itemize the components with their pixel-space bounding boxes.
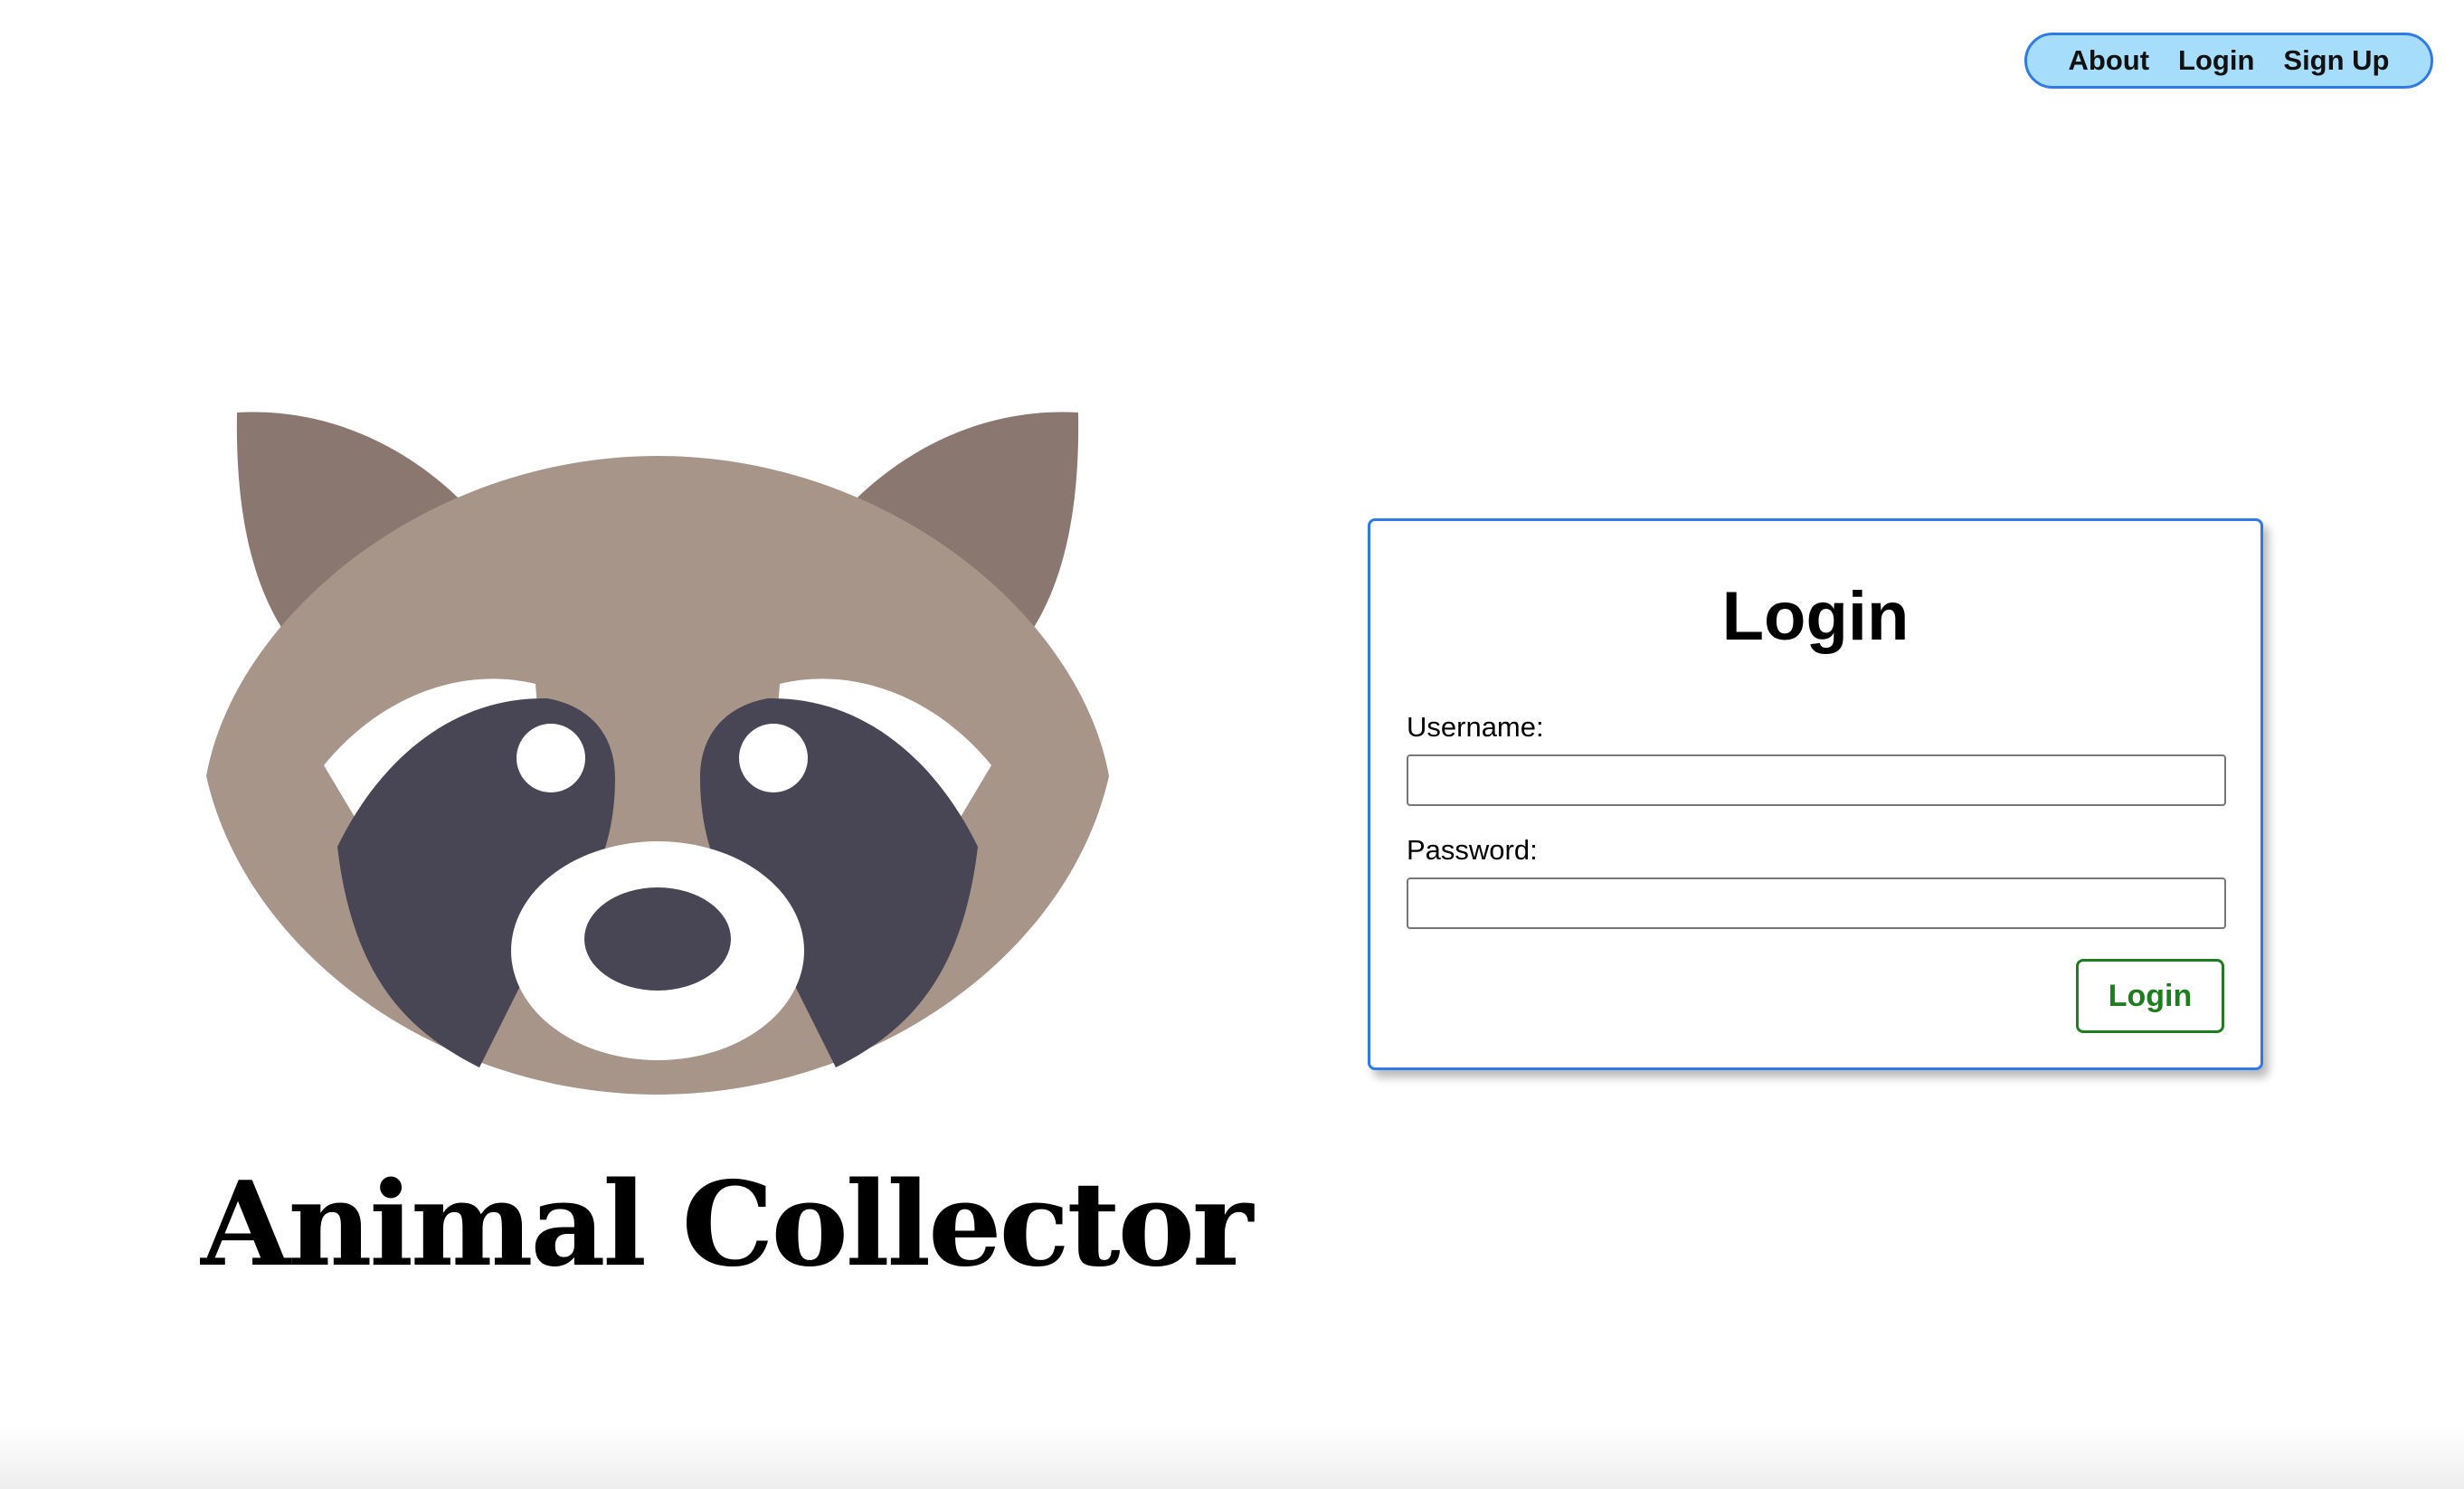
login-card-title: Login: [1721, 578, 1910, 655]
raccoon-face-icon: [206, 412, 1109, 1095]
top-nav: About Login Sign Up: [2024, 33, 2433, 89]
login-submit-button[interactable]: Login: [2076, 959, 2224, 1033]
nav-signup-link[interactable]: Sign Up: [2283, 44, 2389, 77]
raccoon-nose: [584, 887, 731, 991]
username-input[interactable]: [1407, 754, 2226, 806]
password-input[interactable]: [1407, 877, 2226, 929]
bottom-shadow: [0, 1426, 2464, 1489]
username-label: Username:: [1407, 711, 1544, 743]
page: About Login Sign Up Animal Collector Log…: [0, 0, 2464, 1489]
raccoon-left-eye: [516, 724, 585, 792]
password-label: Password:: [1407, 834, 1538, 866]
nav-login-link[interactable]: Login: [2178, 44, 2254, 77]
raccoon-right-eye: [739, 724, 808, 792]
brand-title: Animal Collector: [201, 1157, 1253, 1293]
login-card: Login Username: Password: Login: [1368, 518, 2263, 1070]
nav-about-link[interactable]: About: [2069, 44, 2150, 77]
